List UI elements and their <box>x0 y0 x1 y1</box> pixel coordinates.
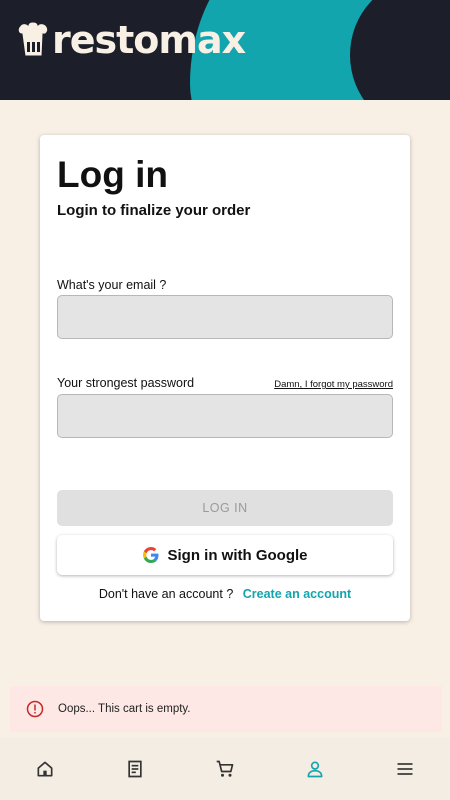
nav-item-orders[interactable] <box>90 738 180 800</box>
forgot-password-link[interactable]: Damn, I forgot my password <box>274 379 393 390</box>
page-title: Log in <box>57 154 168 195</box>
password-label: Your strongest password <box>57 376 195 390</box>
menu-icon <box>397 763 413 775</box>
email-field[interactable] <box>57 295 393 339</box>
email-label: What's your email ? <box>57 278 167 292</box>
login-subtitle: Login to finalize your order <box>57 202 251 219</box>
password-field[interactable] <box>57 394 393 438</box>
home-icon <box>37 761 53 777</box>
cart-icon <box>216 760 234 777</box>
nav-item-account[interactable] <box>270 738 360 800</box>
google-icon <box>142 547 158 563</box>
nav-item-menu[interactable] <box>360 738 450 800</box>
login-card: Log in Login to finalize your order What… <box>40 135 410 621</box>
restomax-logo[interactable]: restomax <box>16 14 246 66</box>
header-dark-cutout <box>350 0 450 100</box>
chef-hat-icon <box>17 21 49 57</box>
google-button-label: Sign in with Google <box>167 546 308 564</box>
nav-item-home[interactable] <box>0 738 90 800</box>
receipt-icon <box>128 760 142 778</box>
no-account-text: Don't have an account ? <box>98 587 234 601</box>
login-button[interactable]: LOG IN <box>57 490 393 526</box>
logo-text: restomax <box>52 18 246 62</box>
create-account-link[interactable]: Create an account <box>243 587 351 601</box>
user-icon <box>307 761 323 778</box>
bottom-navigation <box>0 738 450 800</box>
app-header: restomax <box>0 0 450 100</box>
error-circle-icon <box>26 700 44 718</box>
google-signin-button[interactable]: Sign in with Google <box>57 535 393 575</box>
signup-row: Don't have an account ? Create an accoun… <box>40 587 410 601</box>
empty-cart-alert: Oops... This cart is empty. <box>10 686 442 732</box>
alert-message: Oops... This cart is empty. <box>58 703 191 715</box>
nav-item-cart[interactable] <box>180 738 270 800</box>
